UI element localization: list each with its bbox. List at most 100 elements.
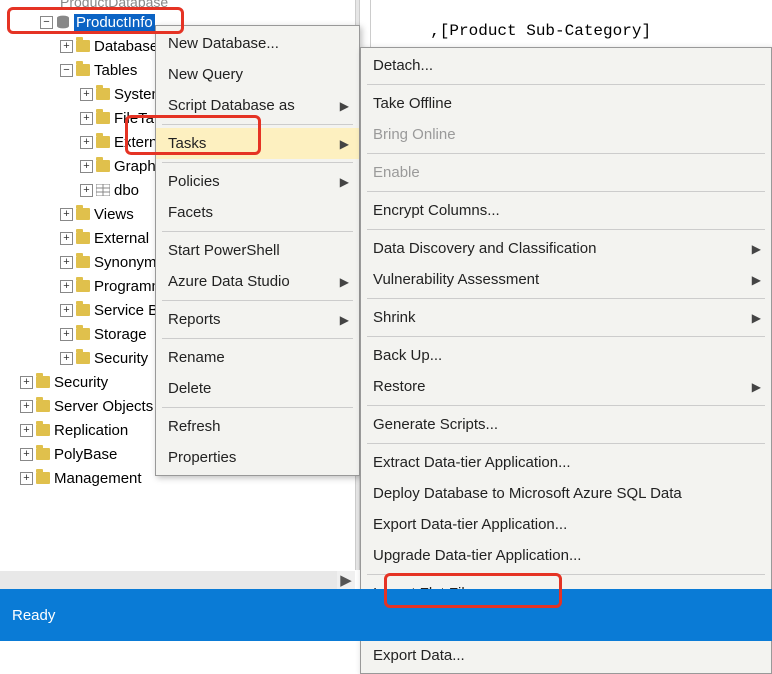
menu-item-label: Generate Scripts... xyxy=(373,416,498,433)
menu-item[interactable]: Deploy Database to Microsoft Azure SQL D… xyxy=(361,478,771,509)
menu-separator xyxy=(367,574,765,575)
expand-icon[interactable]: + xyxy=(20,424,33,437)
menu-item-label: Script Database as xyxy=(168,97,295,114)
folder-icon xyxy=(36,376,50,388)
submenu-arrow-icon: ▶ xyxy=(340,313,349,327)
menu-item[interactable]: Tasks▶ xyxy=(156,128,359,159)
expand-icon[interactable]: + xyxy=(60,280,73,293)
expand-icon[interactable]: + xyxy=(80,184,93,197)
tree-node-label: Security xyxy=(54,374,108,391)
scroll-right-icon[interactable]: ▶ xyxy=(337,571,355,589)
menu-item[interactable]: New Query xyxy=(156,59,359,90)
menu-item-label: Delete xyxy=(168,380,211,397)
menu-item[interactable]: Properties xyxy=(156,442,359,473)
menu-item[interactable]: Start PowerShell xyxy=(156,235,359,266)
folder-icon xyxy=(76,64,90,76)
menu-item-label: Properties xyxy=(168,449,236,466)
folder-icon xyxy=(76,304,90,316)
database-icon xyxy=(56,15,70,29)
expand-icon[interactable]: + xyxy=(20,376,33,389)
menu-item[interactable]: Encrypt Columns... xyxy=(361,195,771,226)
menu-item[interactable]: Shrink▶ xyxy=(361,302,771,333)
status-bar: Ready xyxy=(0,589,772,641)
folder-icon xyxy=(36,424,50,436)
expand-icon[interactable]: + xyxy=(80,136,93,149)
expand-icon[interactable]: + xyxy=(80,160,93,173)
menu-item-label: Data Discovery and Classification xyxy=(373,240,596,257)
tree-node-label: Replication xyxy=(54,422,128,439)
menu-item[interactable]: Refresh xyxy=(156,411,359,442)
expand-icon[interactable]: + xyxy=(60,40,73,53)
expand-icon[interactable]: + xyxy=(60,328,73,341)
menu-item-label: Export Data-tier Application... xyxy=(373,516,567,533)
expand-icon[interactable]: + xyxy=(60,352,73,365)
menu-separator xyxy=(367,229,765,230)
menu-item[interactable]: Take Offline xyxy=(361,88,771,119)
menu-item[interactable]: Policies▶ xyxy=(156,166,359,197)
tree-node-label: Storage xyxy=(94,326,147,343)
folder-icon xyxy=(76,280,90,292)
folder-icon xyxy=(96,136,110,148)
expand-icon[interactable]: + xyxy=(80,112,93,125)
menu-item[interactable]: Upgrade Data-tier Application... xyxy=(361,540,771,571)
menu-separator xyxy=(367,153,765,154)
menu-item[interactable]: Back Up... xyxy=(361,340,771,371)
menu-separator xyxy=(367,191,765,192)
menu-item[interactable]: Restore▶ xyxy=(361,371,771,402)
menu-item[interactable]: Reports▶ xyxy=(156,304,359,335)
menu-item[interactable]: Facets xyxy=(156,197,359,228)
menu-item-label: Rename xyxy=(168,349,225,366)
horizontal-scrollbar[interactable]: ▶ xyxy=(0,571,355,589)
collapse-icon[interactable]: − xyxy=(40,16,53,29)
menu-item[interactable]: Detach... xyxy=(361,50,771,81)
menu-item-label: Deploy Database to Microsoft Azure SQL D… xyxy=(373,485,682,502)
folder-icon xyxy=(76,40,90,52)
menu-item-label: Back Up... xyxy=(373,347,442,364)
menu-separator xyxy=(162,124,353,125)
menu-item[interactable]: Data Discovery and Classification ▶ xyxy=(361,233,771,264)
menu-item-label: Refresh xyxy=(168,418,221,435)
tree-node-label: Graph xyxy=(114,158,156,175)
tasks-submenu[interactable]: Detach...Take OfflineBring OnlineEnableE… xyxy=(360,47,772,674)
menu-item[interactable]: Azure Data Studio▶ xyxy=(156,266,359,297)
menu-item-label: Extract Data-tier Application... xyxy=(373,454,571,471)
menu-separator xyxy=(162,162,353,163)
menu-item[interactable]: Export Data... xyxy=(361,640,771,671)
menu-item-label: Facets xyxy=(168,204,213,221)
expand-icon[interactable]: + xyxy=(20,448,33,461)
menu-separator xyxy=(367,405,765,406)
expand-icon[interactable]: + xyxy=(20,472,33,485)
menu-item[interactable]: Export Data-tier Application... xyxy=(361,509,771,540)
expand-icon[interactable]: + xyxy=(20,400,33,413)
folder-icon xyxy=(76,328,90,340)
submenu-arrow-icon: ▶ xyxy=(340,275,349,289)
menu-item[interactable]: Extract Data-tier Application... xyxy=(361,447,771,478)
folder-icon xyxy=(36,400,50,412)
menu-item[interactable]: Delete xyxy=(156,373,359,404)
menu-item[interactable]: Vulnerability Assessment▶ xyxy=(361,264,771,295)
tree-node-label: Management xyxy=(54,470,142,487)
status-text: Ready xyxy=(12,607,55,624)
tree-node-label: Security xyxy=(94,350,148,367)
tree-node-cut: ProductDatabase xyxy=(0,0,355,10)
editor-line: ,[Product Sub-Category] xyxy=(430,22,651,40)
scrollbar-track[interactable] xyxy=(0,571,337,589)
expand-icon[interactable]: + xyxy=(80,88,93,101)
menu-item[interactable]: New Database... xyxy=(156,28,359,59)
submenu-arrow-icon: ▶ xyxy=(340,99,349,113)
tree-node-label: PolyBase xyxy=(54,446,117,463)
menu-item[interactable]: Generate Scripts... xyxy=(361,409,771,440)
expand-icon[interactable]: + xyxy=(60,208,73,221)
menu-item[interactable]: Rename xyxy=(156,342,359,373)
sql-editor-pane: ,[Product Sub-Category] [Product Name] xyxy=(370,0,770,50)
tree-node-label: Tables xyxy=(94,62,137,79)
submenu-arrow-icon: ▶ xyxy=(752,242,761,256)
menu-item[interactable]: Script Database as ▶ xyxy=(156,90,359,121)
folder-icon xyxy=(96,88,110,100)
collapse-icon[interactable]: − xyxy=(60,64,73,77)
expand-icon[interactable]: + xyxy=(60,232,73,245)
expand-icon[interactable]: + xyxy=(60,304,73,317)
expand-icon[interactable]: + xyxy=(60,256,73,269)
database-context-menu[interactable]: New Database... New Query Script Database … xyxy=(155,25,360,476)
menu-item-label: New Query xyxy=(168,66,243,83)
